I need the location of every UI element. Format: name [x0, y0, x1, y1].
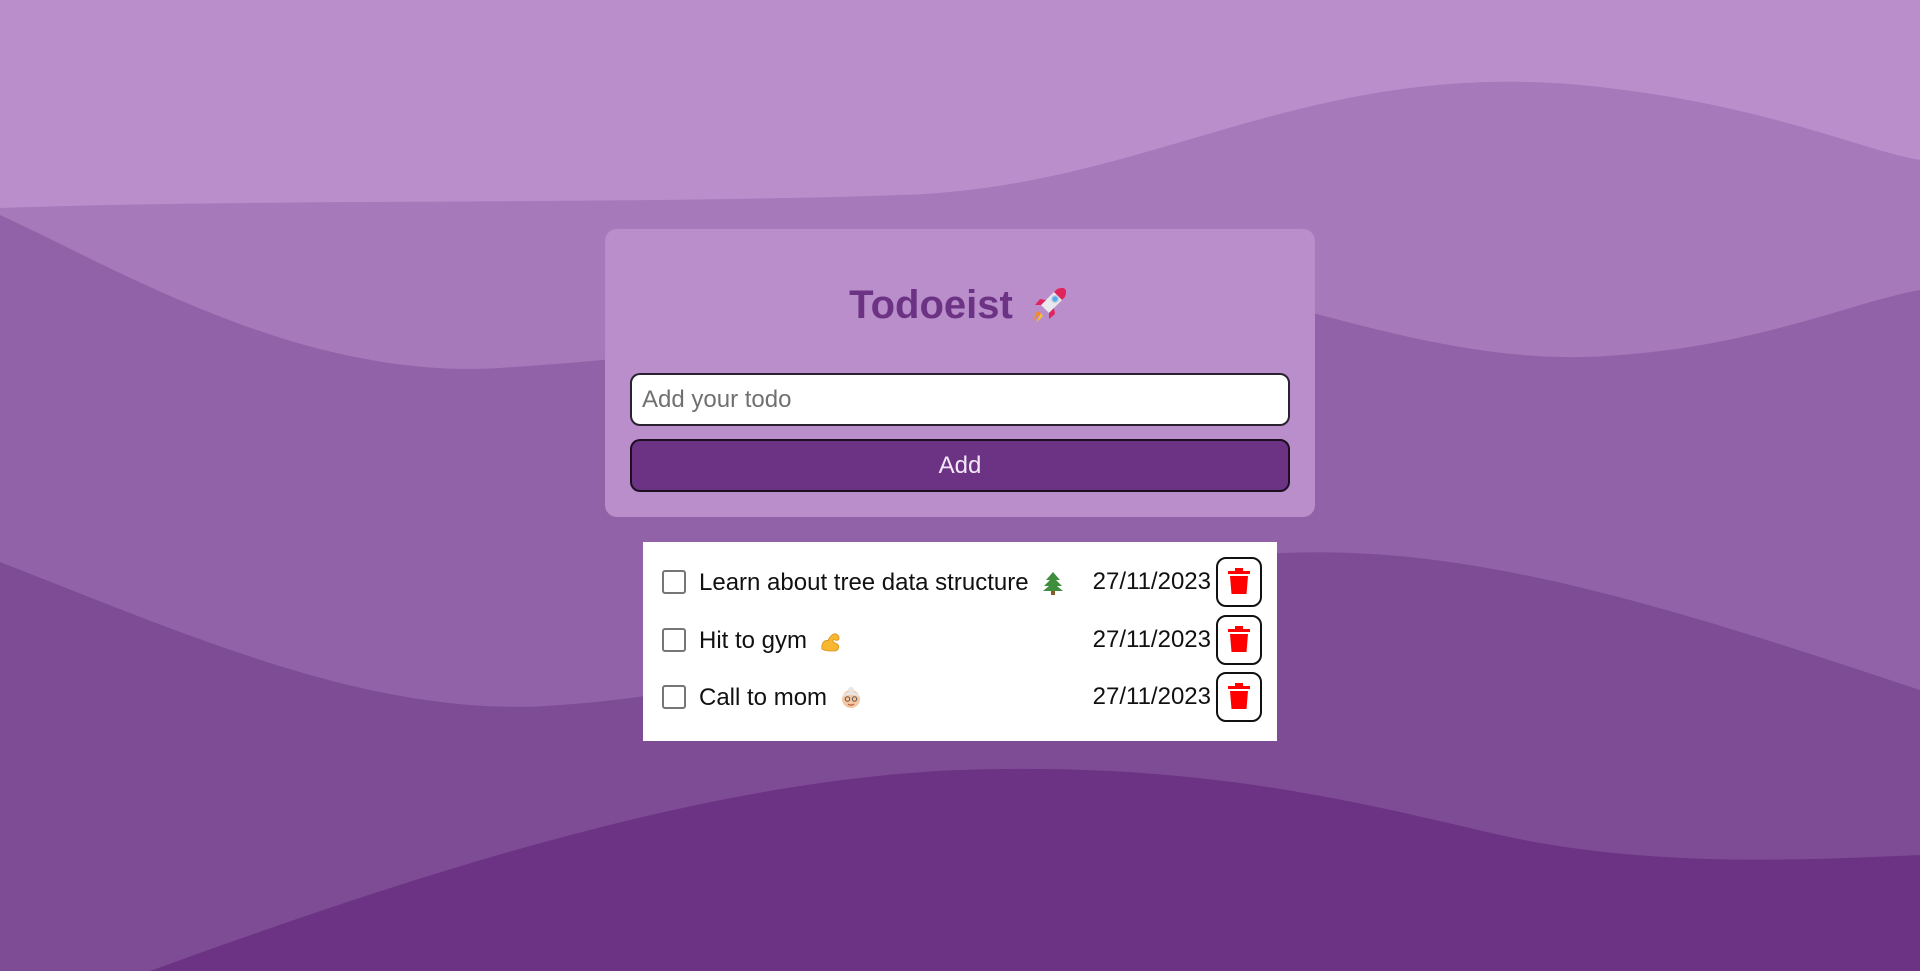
- todo-checkbox[interactable]: [662, 570, 686, 594]
- todo-label: Hit to gym: [699, 627, 808, 654]
- todo-text: Hit to gym: [699, 627, 843, 655]
- tree-icon: [1041, 571, 1065, 595]
- rocket-icon: [1027, 283, 1071, 327]
- delete-button[interactable]: [1216, 557, 1262, 607]
- todo-label: Learn about tree data structure: [699, 569, 1029, 596]
- flexed-biceps-icon: [819, 629, 843, 653]
- todo-item: Call to mom 27/11/2023: [643, 671, 1277, 722]
- todo-label: Call to mom: [699, 684, 828, 711]
- trash-icon: [1228, 682, 1250, 712]
- delete-button[interactable]: [1216, 615, 1262, 665]
- todo-date: 27/11/2023: [1092, 626, 1211, 653]
- todo-form-card: Todoeist Add: [605, 229, 1315, 517]
- trash-icon: [1228, 625, 1250, 655]
- add-button[interactable]: Add: [630, 439, 1290, 492]
- todo-item: Learn about tree data structure 27/11/20…: [643, 556, 1277, 607]
- todo-checkbox[interactable]: [662, 685, 686, 709]
- todo-list: Learn about tree data structure 27/11/20…: [643, 542, 1277, 741]
- trash-icon: [1228, 567, 1250, 597]
- grandma-icon: [839, 686, 863, 710]
- app-title: Todoeist: [605, 281, 1315, 329]
- todo-text: Call to mom: [699, 684, 863, 712]
- todo-item: Hit to gym 27/11/2023: [643, 614, 1277, 665]
- todo-input[interactable]: [630, 373, 1290, 426]
- todo-text: Learn about tree data structure: [699, 569, 1065, 597]
- app-title-text: Todoeist: [849, 283, 1013, 327]
- todo-date: 27/11/2023: [1092, 568, 1211, 595]
- todo-date: 27/11/2023: [1092, 683, 1211, 710]
- todo-checkbox[interactable]: [662, 628, 686, 652]
- delete-button[interactable]: [1216, 672, 1262, 722]
